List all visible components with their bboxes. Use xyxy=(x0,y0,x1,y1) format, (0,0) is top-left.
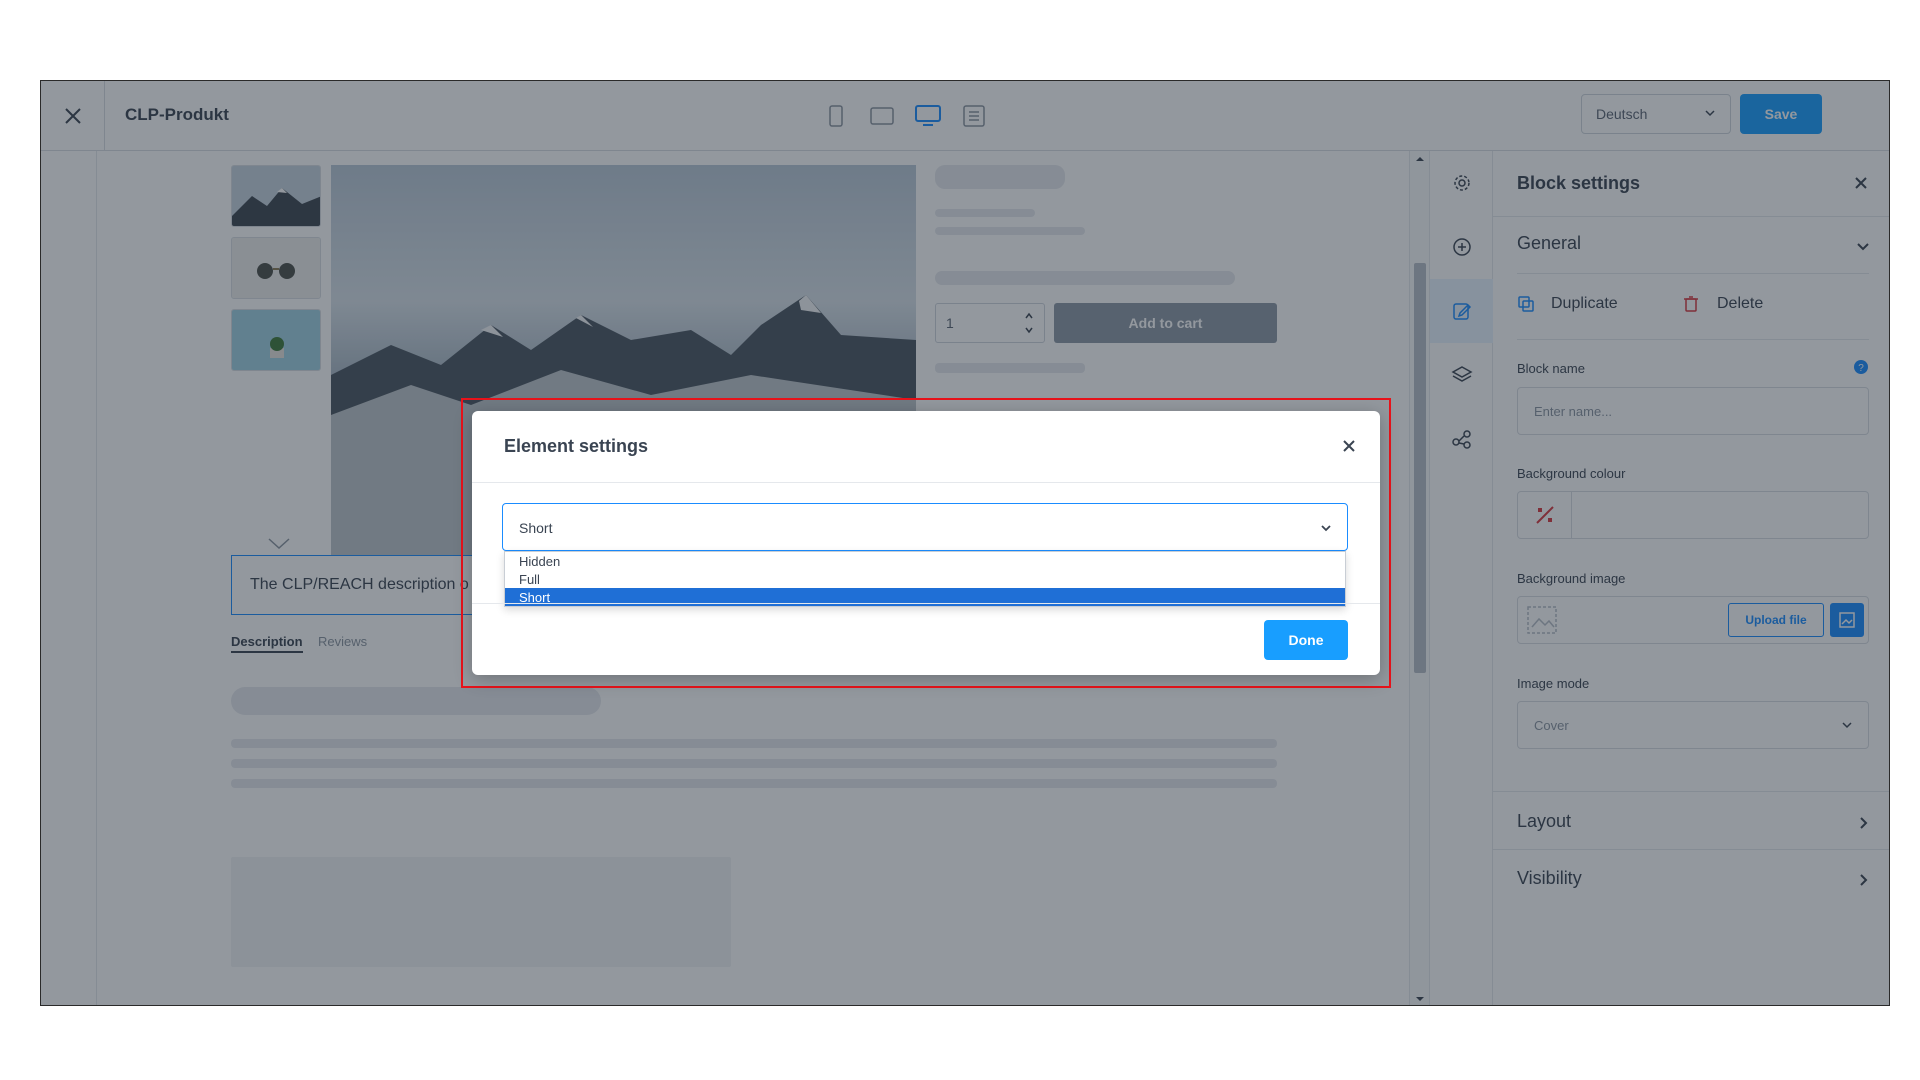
modal-footer: Done xyxy=(472,603,1380,675)
modal-title: Element settings xyxy=(504,436,649,456)
editor-window: CLP-Produkt Deutsch Save 1 Add to cart T… xyxy=(40,80,1890,1006)
option-hidden[interactable]: Hidden xyxy=(505,552,1345,570)
display-mode-select[interactable]: Short xyxy=(502,503,1348,551)
option-full[interactable]: Full xyxy=(505,570,1345,588)
display-mode-value: Short xyxy=(519,520,553,536)
close-icon[interactable] xyxy=(1342,439,1356,453)
chevron-down-icon xyxy=(1321,525,1331,532)
done-button[interactable]: Done xyxy=(1264,620,1348,660)
display-mode-options: Hidden Full Short xyxy=(504,551,1346,607)
element-settings-modal: Element settings Short Hidden Full Short… xyxy=(472,411,1380,675)
modal-header: Element settings xyxy=(472,411,1380,483)
